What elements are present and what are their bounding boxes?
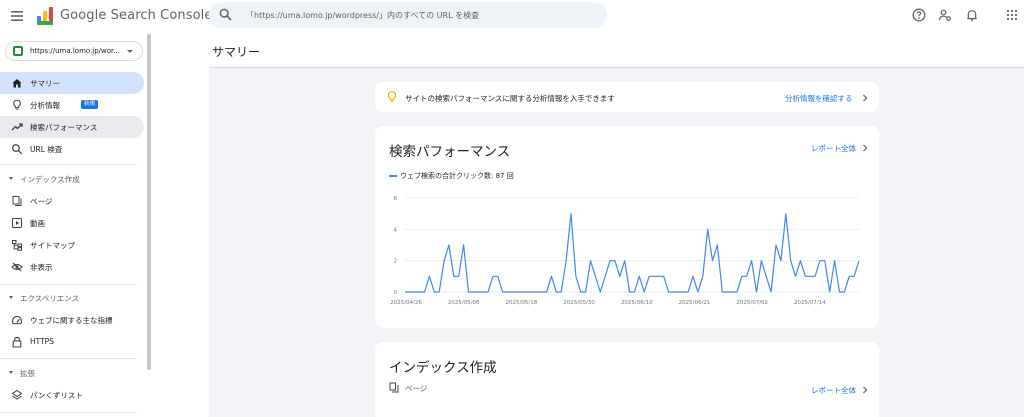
home-icon: [12, 79, 22, 88]
x-tick-label: 2025/05/06: [448, 300, 480, 306]
index-sub-label: ページ: [405, 384, 428, 393]
full-report-link[interactable]: レポート全体: [811, 143, 856, 154]
menu-icon[interactable]: [10, 9, 24, 23]
sidebar-item-label: サイトマップ: [30, 241, 75, 250]
url-inspection-search[interactable]: 「https://uma.lomo.jp/wordpress/」内のすべての U…: [209, 2, 607, 28]
y-tick-label: 2: [394, 259, 398, 265]
x-tick-label: 2025/05/30: [563, 300, 595, 306]
x-tick-label: 2025/04/26: [390, 300, 422, 306]
chevron-right-icon[interactable]: [861, 94, 869, 102]
sidebar-item-label: 非表示: [30, 263, 53, 272]
top-bar: Google Search Console 「https://uma.lomo.…: [0, 0, 1024, 34]
x-tick-label: 2025/07/02: [736, 300, 768, 306]
sidebar-item-url-inspection[interactable]: URL 検査: [0, 138, 144, 160]
property-favicon-icon: [13, 46, 23, 56]
lightbulb-icon: [387, 91, 397, 102]
clicks-line-chart[interactable]: 0 2 4 6 2025/04/26 2025/05/06 2025/05/18 2025/0…: [375, 188, 879, 318]
sidebar-item-core-web-vitals[interactable]: ウェブに関する主な指標: [0, 309, 144, 331]
sidebar-item-insights[interactable]: 分析情報 新規: [0, 94, 144, 116]
search-icon: [219, 8, 232, 21]
lightbulb-icon: [13, 99, 21, 110]
sidebar-item-label: サマリー: [30, 79, 60, 88]
lock-icon: [12, 336, 22, 348]
x-tick-label: 2025/07/14: [794, 300, 826, 306]
performance-card: 検索パフォーマンス レポート全体 ウェブ検索の合計クリック数: 87 回 0 2 4…: [375, 126, 879, 328]
x-tick-label: 2025/05/18: [506, 300, 538, 306]
series-line: [405, 213, 860, 293]
gauge-icon: [11, 315, 23, 325]
insights-card: サイトの検索パフォーマンスに関する分析情報を入手できます 分析情報を確認する: [375, 82, 879, 112]
chevron-right-icon[interactable]: [861, 386, 869, 394]
layers-icon: [11, 389, 23, 400]
performance-title: 検索パフォーマンス: [389, 144, 511, 160]
section-enhancements[interactable]: 拡張: [0, 364, 144, 382]
x-tick-label: 2025/06/21: [679, 300, 711, 306]
page-title: サマリー: [212, 45, 261, 59]
view-insights-link[interactable]: 分析情報を確認する: [785, 93, 853, 104]
search-input-placeholder[interactable]: 「https://uma.lomo.jp/wordpress/」内のすべての U…: [246, 10, 479, 21]
sidebar-item-breadcrumbs[interactable]: パンくずリスト: [0, 384, 144, 406]
search-console-logo-icon[interactable]: [36, 6, 54, 26]
pages-icon: [389, 382, 399, 393]
y-tick-label: 0: [394, 290, 398, 296]
sidebar-item-label: 検索パフォーマンス: [30, 123, 98, 132]
sidebar-item-sitemaps[interactable]: サイトマップ: [0, 234, 144, 256]
sidebar-item-label: パンくずリスト: [30, 391, 83, 400]
sidebar-item-https[interactable]: HTTPS: [0, 331, 144, 353]
caret-down-icon: [127, 50, 133, 53]
section-experience[interactable]: エクスペリエンス: [0, 289, 144, 307]
pages-icon: [12, 196, 22, 206]
sidebar-item-pages[interactable]: ページ: [0, 190, 144, 212]
sitemap-icon: [12, 240, 22, 251]
index-title: インデックス作成: [389, 360, 497, 376]
divider: [0, 284, 137, 285]
section-label: エクスペリエンス: [20, 294, 80, 303]
search-icon: [12, 144, 23, 155]
sidebar: https://uma.lomo.jp/wor... サマリー 分析情報 新規 …: [0, 34, 154, 417]
sidebar-item-label: ページ: [30, 197, 53, 206]
sidebar-scrollbar[interactable]: [147, 34, 151, 370]
section-indexing[interactable]: インデックス作成: [0, 170, 144, 188]
divider: [0, 358, 137, 359]
sidebar-item-search-performance[interactable]: 検索パフォーマンス: [0, 116, 144, 138]
main-content: サマリー サイトの検索パフォーマンスに関する分析情報を入手できます 分析情報を確…: [154, 34, 1024, 417]
legend-label: ウェブ検索の合計クリック数: 87 回: [400, 172, 514, 180]
insights-text: サイトの検索パフォーマンスに関する分析情報を入手できます: [405, 94, 615, 103]
index-full-report-link[interactable]: レポート全体: [811, 385, 856, 396]
legend-line-icon: [389, 175, 397, 177]
new-badge: 新規: [81, 100, 99, 109]
sidebar-item-video[interactable]: 動画: [0, 212, 144, 234]
notifications-bell-icon[interactable]: [965, 8, 979, 22]
sidebar-item-label: 分析情報: [30, 101, 60, 110]
x-tick-label: 2025/06/10: [621, 300, 653, 306]
chevron-right-icon[interactable]: [861, 144, 869, 152]
video-icon: [12, 218, 22, 228]
index-card: インデックス作成 ページ レポート全体: [375, 342, 879, 417]
section-label: 拡張: [20, 369, 35, 378]
section-label: インデックス作成: [20, 175, 80, 184]
users-settings-icon[interactable]: [938, 8, 952, 22]
apps-grid-icon[interactable]: [1005, 8, 1019, 22]
y-tick-label: 6: [394, 196, 398, 202]
property-label: https://uma.lomo.jp/wor...: [30, 47, 120, 55]
sidebar-item-label: URL 検査: [30, 145, 63, 154]
trending-up-icon: [11, 123, 23, 131]
sidebar-item-summary[interactable]: サマリー: [0, 72, 144, 94]
collapse-arrow-icon: [9, 371, 13, 374]
sidebar-item-label: ウェブに関する主な指標: [30, 316, 113, 325]
sidebar-item-label: HTTPS: [30, 337, 54, 346]
y-tick-label: 4: [394, 227, 398, 233]
collapse-arrow-icon: [9, 296, 13, 299]
divider: [0, 412, 137, 413]
property-selector[interactable]: https://uma.lomo.jp/wor...: [5, 41, 143, 61]
eye-off-icon: [11, 262, 23, 272]
sidebar-item-removals[interactable]: 非表示: [0, 256, 144, 278]
sidebar-item-label: 動画: [30, 219, 45, 228]
app-title[interactable]: Google Search Console: [60, 8, 212, 23]
collapse-arrow-icon: [9, 177, 13, 180]
divider: [0, 164, 137, 165]
chart-legend: ウェブ検索の合計クリック数: 87 回: [389, 171, 514, 181]
help-icon[interactable]: [912, 8, 926, 22]
